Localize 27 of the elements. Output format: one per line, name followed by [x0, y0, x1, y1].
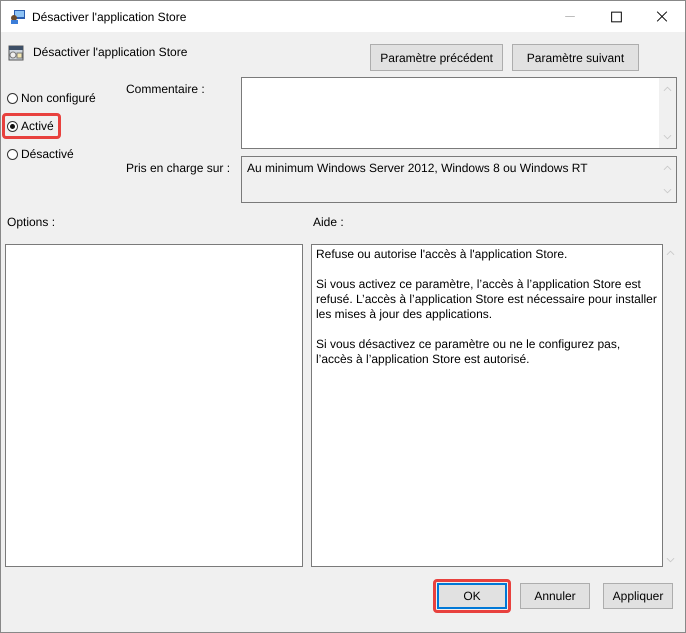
nav-button[interactable]: Paramètre suivant: [512, 44, 639, 71]
scroll-up-icon[interactable]: [666, 250, 674, 256]
scroll-down-icon[interactable]: [663, 188, 672, 194]
help-paragraph: Refuse ou autorise l'accès à l'application Store.: [316, 247, 568, 262]
state-radio[interactable]: Désactivé: [2, 141, 81, 167]
field-label: Pris en charge sur :: [125, 160, 232, 177]
dialog-button[interactable]: OK: [437, 583, 507, 609]
help-paragraph: Si vous désactivez ce paramètre ou ne le configurez pas, l’accès à l’application Store est autorisé.: [316, 337, 622, 367]
scroll-down-icon[interactable]: [663, 134, 672, 140]
state-radio[interactable]: Activé: [2, 113, 61, 139]
comment-field[interactable]: [241, 77, 677, 149]
policy-title: Désactiver l'application Store: [33, 45, 188, 59]
dialog-button[interactable]: Appliquer: [603, 583, 673, 609]
state-radio[interactable]: Non configuré: [2, 85, 103, 111]
field-label: Commentaire :: [125, 81, 206, 98]
help-label: Aide :: [312, 215, 345, 231]
window-title: Désactiver l'application Store: [32, 10, 186, 24]
supported-platforms-text: Au minimum Windows Server 2012, Windows 8 ou Windows RT: [247, 161, 588, 175]
options-label: Options :: [6, 215, 56, 231]
help-paragraph: Si vous activez ce paramètre, l’accès à l’application Store est refusé. L’accès à l’application Store est nécessaire pour installer les mises à jour des applications.: [316, 277, 658, 322]
settings-page-icon: [8, 45, 24, 61]
policy-icon: [10, 8, 26, 24]
scroll-up-icon[interactable]: [663, 165, 672, 171]
scroll-up-icon[interactable]: [663, 86, 672, 92]
scroll-down-icon[interactable]: [666, 557, 674, 563]
nav-button[interactable]: Paramètre précédent: [370, 44, 503, 71]
dialog-button[interactable]: Annuler: [520, 583, 590, 609]
